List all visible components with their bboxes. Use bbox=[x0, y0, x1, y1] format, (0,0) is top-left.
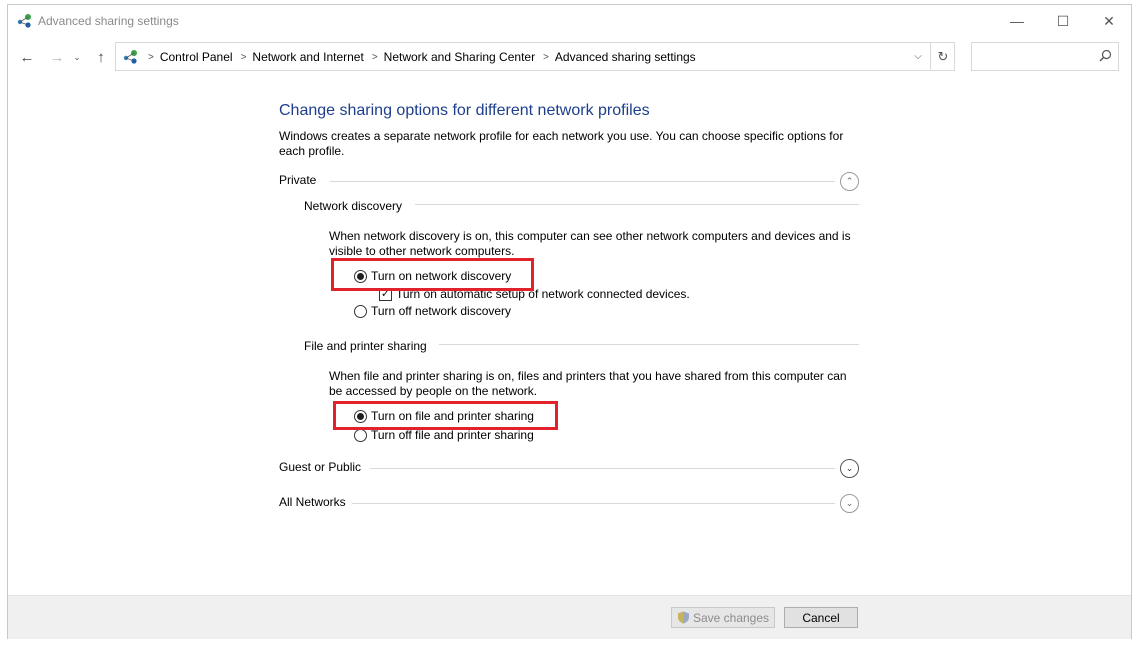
search-icon bbox=[1099, 49, 1112, 62]
file-printer-sharing-description: When file and printer sharing is on, fil… bbox=[329, 369, 847, 398]
breadcrumb-advanced-sharing-settings[interactable]: Advanced sharing settings bbox=[555, 50, 696, 64]
chevron-down-icon[interactable]: ⌄ bbox=[840, 459, 859, 478]
recent-locations-button[interactable]: ⌄ bbox=[70, 45, 84, 69]
close-button[interactable]: ✕ bbox=[1086, 5, 1132, 37]
maximize-icon: ☐ bbox=[1056, 12, 1070, 29]
address-bar[interactable]: > Control Panel > Network and Internet >… bbox=[115, 42, 955, 71]
maximize-button[interactable]: ☐ bbox=[1040, 5, 1086, 37]
divider bbox=[330, 181, 835, 182]
chevron-down-icon[interactable]: ⌄ bbox=[840, 494, 859, 513]
cancel-label: Cancel bbox=[802, 610, 840, 625]
address-dropdown-button[interactable]: ⌵ bbox=[906, 43, 930, 70]
profile-private-label[interactable]: Private bbox=[279, 173, 316, 187]
up-button[interactable]: ↑ bbox=[90, 45, 112, 69]
chevron-down-icon: ⌵ bbox=[914, 51, 922, 62]
network-sharing-icon bbox=[123, 50, 137, 64]
forward-button[interactable]: → bbox=[46, 45, 68, 69]
network-sharing-icon bbox=[17, 14, 31, 28]
footer: Save changes Cancel bbox=[8, 595, 1131, 639]
radio-selected-icon[interactable] bbox=[354, 269, 367, 283]
close-icon: ✕ bbox=[1103, 12, 1115, 29]
file-printer-sharing-off-radio[interactable]: Turn off file and printer sharing bbox=[354, 428, 534, 442]
search-input[interactable] bbox=[971, 42, 1119, 71]
divider bbox=[415, 204, 859, 205]
network-discovery-on-radio[interactable]: Turn on network discovery bbox=[354, 269, 511, 283]
auto-setup-label: Turn on automatic setup of network conne… bbox=[396, 287, 690, 301]
save-changes-button[interactable]: Save changes bbox=[671, 607, 775, 628]
chevron-right-icon[interactable]: > bbox=[241, 52, 247, 63]
chevron-right-icon: > bbox=[148, 51, 154, 63]
page-description: Windows creates a separate network profi… bbox=[279, 129, 844, 158]
radio-selected-icon[interactable] bbox=[354, 409, 367, 423]
network-discovery-off-radio[interactable]: Turn off network discovery bbox=[354, 304, 511, 318]
minimize-icon: — bbox=[1010, 13, 1024, 29]
profile-all-networks-label[interactable]: All Networks bbox=[279, 495, 346, 509]
auto-setup-checkbox[interactable]: ✓ Turn on automatic setup of network con… bbox=[379, 287, 690, 301]
window-title: Advanced sharing settings bbox=[38, 14, 179, 28]
divider bbox=[352, 503, 835, 504]
refresh-button[interactable]: ↻ bbox=[930, 43, 955, 70]
uac-shield-icon bbox=[677, 611, 689, 624]
chevron-right-icon[interactable]: > bbox=[372, 52, 378, 63]
network-discovery-description: When network discovery is on, this compu… bbox=[329, 229, 851, 258]
file-printer-sharing-on-label: Turn on file and printer sharing bbox=[371, 409, 534, 423]
cancel-button[interactable]: Cancel bbox=[784, 607, 858, 628]
page-title: Change sharing options for different net… bbox=[279, 102, 650, 119]
file-printer-sharing-title: File and printer sharing bbox=[304, 339, 427, 353]
breadcrumb-control-panel[interactable]: Control Panel bbox=[160, 50, 233, 64]
radio-unselected-icon[interactable] bbox=[354, 304, 367, 318]
file-printer-sharing-off-label: Turn off file and printer sharing bbox=[371, 428, 534, 442]
network-discovery-off-label: Turn off network discovery bbox=[371, 304, 512, 318]
divider bbox=[370, 468, 835, 469]
profile-guest-public-label[interactable]: Guest or Public bbox=[279, 460, 361, 474]
forward-arrow-icon: → bbox=[49, 48, 65, 66]
window: Advanced sharing settings — ☐ ✕ ← → ⌄ ↑ … bbox=[7, 4, 1132, 639]
chevron-up-icon[interactable]: ⌃ bbox=[840, 172, 859, 191]
back-arrow-icon: ← bbox=[19, 48, 35, 66]
divider bbox=[439, 344, 859, 345]
back-button[interactable]: ← bbox=[16, 45, 38, 69]
up-arrow-icon: ↑ bbox=[97, 48, 105, 66]
breadcrumb-network-and-sharing-center[interactable]: Network and Sharing Center bbox=[384, 50, 535, 64]
file-printer-sharing-on-radio[interactable]: Turn on file and printer sharing bbox=[354, 409, 534, 423]
breadcrumb: > Control Panel > Network and Internet >… bbox=[140, 50, 696, 64]
network-discovery-on-label: Turn on network discovery bbox=[371, 269, 512, 283]
title-bar: Advanced sharing settings — ☐ ✕ bbox=[8, 5, 1131, 37]
chevron-down-icon: ⌄ bbox=[73, 51, 81, 62]
breadcrumb-network-and-internet[interactable]: Network and Internet bbox=[252, 50, 363, 64]
save-changes-label: Save changes bbox=[692, 610, 770, 625]
refresh-icon: ↻ bbox=[937, 48, 949, 64]
radio-unselected-icon[interactable] bbox=[354, 428, 367, 442]
minimize-button[interactable]: — bbox=[994, 5, 1040, 37]
checkmark-icon[interactable]: ✓ bbox=[379, 287, 392, 301]
network-discovery-title: Network discovery bbox=[304, 199, 403, 213]
chevron-right-icon[interactable]: > bbox=[543, 52, 549, 63]
